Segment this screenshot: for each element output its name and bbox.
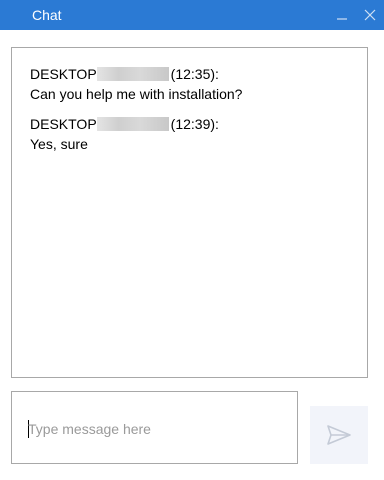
window-title: Chat bbox=[32, 7, 62, 23]
message-time: (12:35): bbox=[170, 66, 219, 82]
message-sender: DESKTOP bbox=[30, 66, 97, 82]
title-bar: Chat bbox=[0, 0, 384, 30]
message-text: Can you help me with installation? bbox=[30, 86, 243, 102]
message-composer[interactable] bbox=[11, 391, 298, 464]
redacted-name-block bbox=[96, 117, 169, 131]
message-header: DESKTOP (12:35): bbox=[30, 64, 367, 84]
message-sender: DESKTOP bbox=[30, 116, 97, 132]
close-icon bbox=[364, 9, 376, 21]
minimize-button[interactable] bbox=[330, 0, 354, 30]
minimize-icon bbox=[337, 18, 347, 20]
chat-message: DESKTOP (12:35): Can you help me with in… bbox=[30, 64, 367, 104]
chat-message: DESKTOP (12:39): Yes, sure bbox=[30, 114, 367, 154]
message-input[interactable] bbox=[24, 418, 284, 440]
close-button[interactable] bbox=[358, 0, 382, 30]
send-button[interactable] bbox=[310, 406, 368, 464]
chat-log[interactable]: DESKTOP (12:35): Can you help me with in… bbox=[11, 47, 368, 378]
send-icon bbox=[327, 425, 351, 445]
message-header: DESKTOP (12:39): bbox=[30, 114, 367, 134]
redacted-name-block bbox=[96, 67, 169, 81]
message-text: Yes, sure bbox=[30, 136, 88, 152]
message-time: (12:39): bbox=[170, 116, 219, 132]
